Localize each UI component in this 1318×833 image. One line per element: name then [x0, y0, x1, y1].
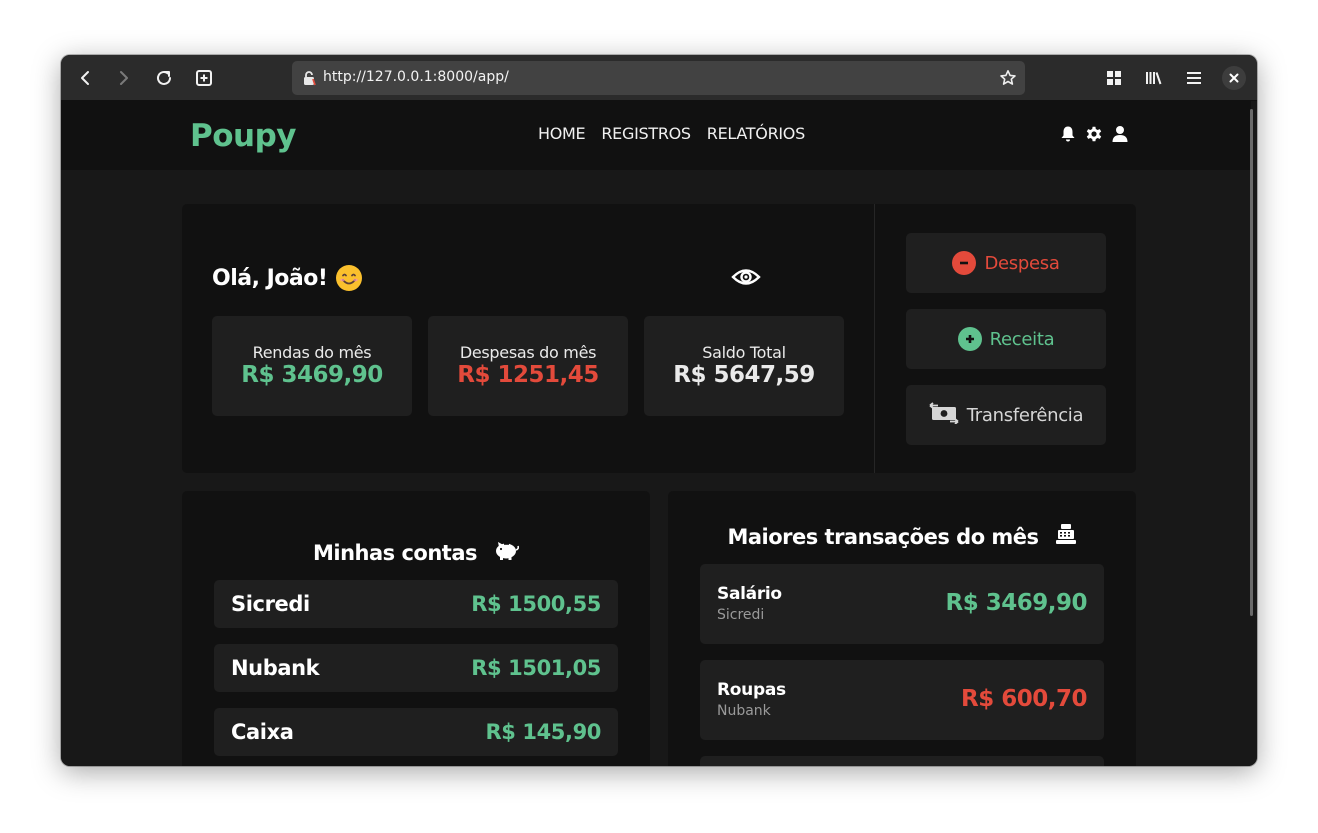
accounts-title: Minhas contas — [182, 539, 650, 566]
bookmark-star-icon[interactable] — [999, 69, 1017, 92]
insecure-lock-icon[interactable] — [302, 70, 316, 91]
nav-link-relatorios[interactable]: RELATÓRIOS — [707, 124, 805, 143]
stat-value: R$ 5647,59 — [673, 362, 815, 388]
app-navbar: Poupy HOME REGISTROS RELATÓRIOS — [61, 101, 1251, 170]
grid-icon — [1107, 71, 1121, 85]
transaction-account: Sicredi — [717, 607, 765, 623]
transaction-value: R$ 600,70 — [961, 686, 1087, 712]
receita-button[interactable]: Receita — [906, 309, 1106, 369]
transferencia-button[interactable]: Transferência — [906, 385, 1106, 445]
user-icon[interactable] — [1111, 125, 1129, 148]
account-row[interactable]: Nubank R$ 1501,05 — [214, 644, 618, 692]
forward-button[interactable] — [108, 62, 140, 94]
browser-window: http://127.0.0.1:8000/app/ Poupy HOME RE… — [61, 55, 1257, 766]
accounts-card: Minhas contas Sicredi R$ 1500,55 Nubank … — [182, 491, 650, 766]
bell-icon[interactable] — [1059, 125, 1077, 148]
back-arrow-icon — [81, 71, 89, 85]
transaction-account: Nubank — [717, 703, 771, 719]
minus-circle-icon — [952, 251, 977, 275]
transactions-title-text: Maiores transações do mês — [727, 524, 1039, 549]
close-window-button[interactable] — [1222, 66, 1246, 90]
address-bar[interactable]: http://127.0.0.1:8000/app/ — [292, 61, 1025, 95]
forward-arrow-icon — [120, 71, 128, 85]
accounts-title-text: Minhas contas — [312, 540, 478, 565]
close-icon — [1229, 73, 1239, 83]
account-name: Caixa — [231, 720, 294, 744]
stat-label: Saldo Total — [702, 343, 786, 362]
extensions-button[interactable] — [1098, 62, 1130, 94]
reload-icon — [157, 70, 171, 85]
transaction-row[interactable]: Salário Sicredi R$ 3469,90 — [700, 564, 1104, 644]
stat-saldo-total: Saldo Total R$ 5647,59 — [644, 316, 844, 416]
cash-register-icon — [1055, 523, 1077, 550]
nav-link-home[interactable]: HOME — [538, 124, 586, 143]
greeting-text: Olá, João! — [212, 265, 328, 291]
transaction-name: Salário — [717, 584, 782, 604]
transaction-row[interactable] — [700, 756, 1104, 766]
smiling-face-icon — [335, 264, 363, 292]
brand-logo[interactable]: Poupy — [190, 118, 297, 154]
new-tab-icon — [196, 70, 212, 86]
account-balance: R$ 145,90 — [485, 720, 601, 744]
despesa-button[interactable]: Despesa — [906, 233, 1106, 293]
account-balance: R$ 1500,55 — [471, 592, 601, 616]
transferencia-label: Transferência — [966, 404, 1084, 426]
library-icon — [1146, 72, 1162, 85]
transactions-title: Maiores transações do mês — [668, 523, 1136, 550]
account-row[interactable]: Sicredi R$ 1500,55 — [214, 580, 618, 628]
transaction-value: R$ 3469,90 — [945, 590, 1088, 616]
transaction-name: Roupas — [717, 680, 786, 700]
stat-label: Rendas do mês — [252, 343, 372, 362]
stat-value: R$ 1251,45 — [457, 362, 599, 388]
stat-rendas: Rendas do mês R$ 3469,90 — [212, 316, 412, 416]
browser-toolbar: http://127.0.0.1:8000/app/ — [61, 55, 1257, 101]
account-name: Sicredi — [231, 592, 310, 616]
transactions-card: Maiores transações do mês Salário Sicred… — [668, 491, 1136, 766]
piggy-bank-icon — [493, 539, 520, 566]
reload-button[interactable] — [148, 62, 180, 94]
gear-icon[interactable] — [1085, 125, 1103, 148]
nav-link-registros[interactable]: REGISTROS — [601, 124, 691, 143]
account-name: Nubank — [231, 656, 320, 680]
divider — [874, 204, 875, 473]
hamburger-menu-icon — [1187, 72, 1201, 84]
stat-despesas: Despesas do mês R$ 1251,45 — [428, 316, 628, 416]
page-content: Poupy HOME REGISTROS RELATÓRIOS Olá, Joã… — [61, 101, 1257, 766]
nav-icons — [1059, 125, 1129, 148]
stat-label: Despesas do mês — [459, 343, 597, 362]
stat-value: R$ 3469,90 — [241, 362, 383, 388]
url-text[interactable]: http://127.0.0.1:8000/app/ — [323, 69, 509, 85]
page-scrollbar[interactable] — [1250, 109, 1253, 616]
despesa-label: Despesa — [984, 252, 1060, 274]
transaction-row[interactable]: Roupas Nubank R$ 600,70 — [700, 660, 1104, 740]
menu-button[interactable] — [1178, 62, 1210, 94]
greeting: Olá, João! — [212, 264, 363, 292]
nav-links: HOME REGISTROS RELATÓRIOS — [538, 124, 805, 143]
new-tab-button[interactable] — [188, 62, 220, 94]
plus-circle-icon — [957, 327, 982, 351]
summary-card: Olá, João! Rendas do mês R$ 3469,90 Desp… — [182, 204, 1136, 473]
account-balance: R$ 1501,05 — [471, 656, 601, 680]
receita-label: Receita — [989, 328, 1055, 350]
eye-icon[interactable] — [731, 266, 761, 293]
library-button[interactable] — [1138, 62, 1170, 94]
back-button[interactable] — [69, 62, 101, 94]
account-row[interactable]: Caixa R$ 145,90 — [214, 708, 618, 756]
money-transfer-icon — [929, 401, 959, 429]
